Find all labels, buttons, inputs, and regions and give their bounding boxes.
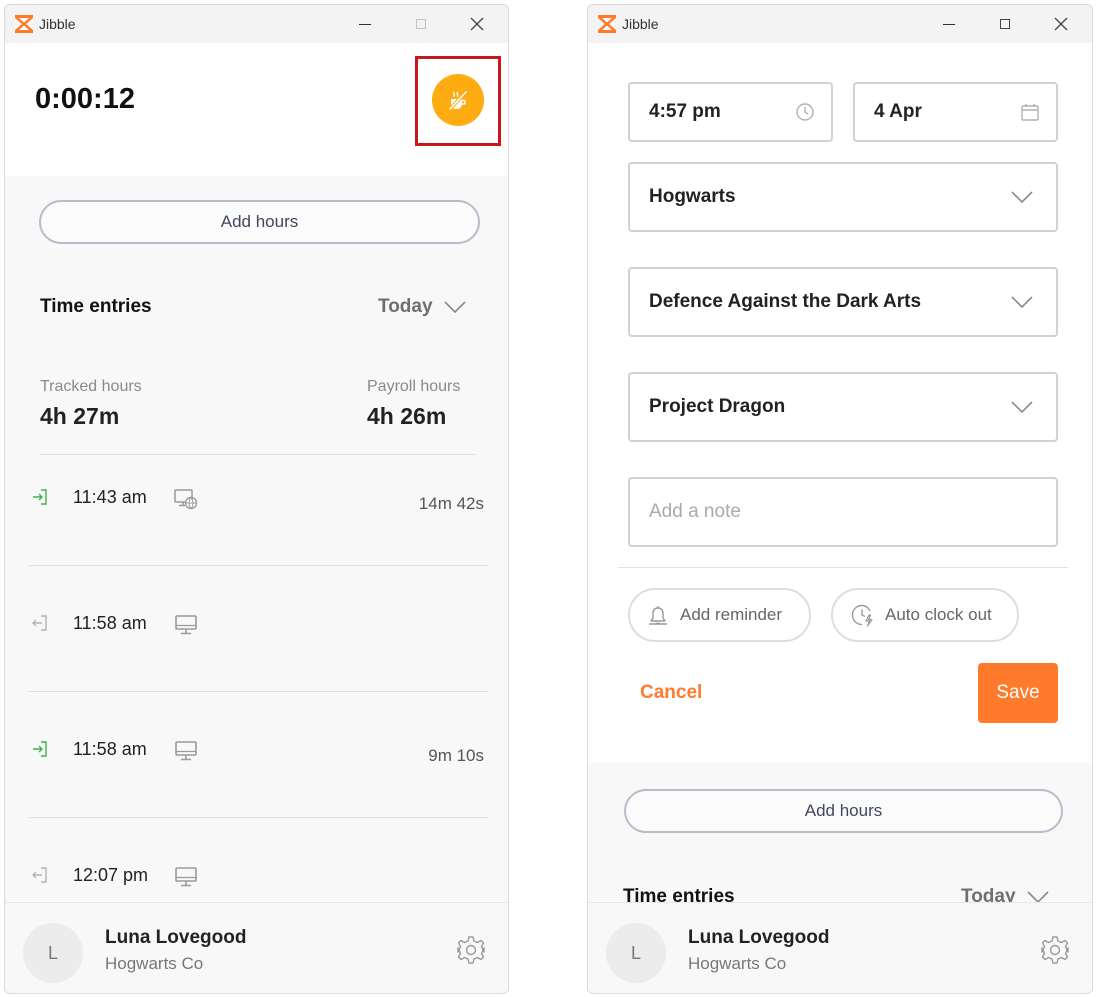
auto-clock-out-button[interactable]: Auto clock out [831, 588, 1019, 642]
chevron-down-icon [1010, 400, 1034, 414]
date-value: 4 Apr [874, 101, 922, 122]
add-hours-button[interactable]: Add hours [624, 789, 1063, 833]
clock-form-panel: 4:57 pm 4 Apr Hogwarts Defence Against t… [588, 43, 1092, 763]
user-name: Luna Lovegood [688, 927, 830, 948]
divider [618, 567, 1068, 568]
add-reminder-label: Add reminder [680, 605, 783, 624]
clock-out-icon [31, 614, 49, 632]
user-footer: L Luna Lovegood Hogwarts Co [5, 902, 508, 993]
close-button[interactable] [454, 8, 500, 40]
payroll-hours-value: 4h 26m [367, 403, 447, 429]
break-button[interactable] [432, 74, 484, 126]
entry-duration: 14m 42s [418, 494, 484, 513]
entry-duration: 9m 10s [428, 746, 484, 765]
title-bar: Jibble [5, 5, 508, 43]
organization-value: Hogwarts [649, 186, 736, 207]
user-footer: L Luna Lovegood Hogwarts Co [588, 902, 1092, 993]
desktop-icon [174, 740, 198, 762]
window-title: Jibble [39, 16, 76, 32]
payroll-hours-label: Payroll hours [367, 378, 461, 395]
title-bar: Jibble [588, 5, 1092, 43]
maximize-icon [1000, 19, 1010, 29]
date-field[interactable]: 4 Apr [853, 82, 1058, 142]
window-title: Jibble [622, 16, 659, 32]
entry-time[interactable]: 11:43 am [73, 487, 147, 508]
add-hours-button[interactable]: Add hours [39, 200, 480, 244]
date-filter-select[interactable]: Today [378, 296, 467, 318]
avatar[interactable]: L [606, 923, 666, 983]
jibble-window-left: Jibble 0:00:12 Add hours Time entries To… [4, 4, 509, 994]
note-placeholder: Add a note [649, 501, 741, 522]
desktop-icon [174, 614, 198, 636]
jibble-window-right: Jibble 4:57 pm 4 Apr Hogwarts Defence Ag… [587, 4, 1093, 994]
add-reminder-button[interactable]: Add reminder [628, 588, 811, 642]
entry-time[interactable]: 12:07 pm [73, 865, 148, 886]
chevron-down-icon [443, 300, 467, 314]
calendar-icon [1021, 104, 1039, 121]
close-icon [470, 17, 484, 31]
gear-icon[interactable] [1040, 935, 1070, 965]
project-select[interactable]: Project Dragon [628, 372, 1058, 442]
web-desktop-icon [174, 488, 198, 510]
minimize-icon [943, 23, 955, 25]
maximize-button[interactable] [982, 8, 1028, 40]
chevron-down-icon [1010, 295, 1034, 309]
auto-clock-out-label: Auto clock out [885, 605, 992, 624]
divider [29, 691, 489, 692]
entry-time[interactable]: 11:58 am [73, 739, 147, 760]
minimize-button[interactable] [926, 8, 972, 40]
desktop-icon [174, 866, 198, 888]
user-organization: Hogwarts Co [688, 954, 787, 973]
activity-select[interactable]: Defence Against the Dark Arts [628, 267, 1058, 337]
user-organization: Hogwarts Co [105, 954, 204, 973]
clock-in-icon [31, 740, 49, 758]
date-filter-label: Today [378, 296, 433, 317]
note-input[interactable]: Add a note [628, 477, 1058, 547]
minimize-button[interactable] [342, 8, 388, 40]
minimize-icon [359, 23, 371, 25]
tracked-hours-value: 4h 27m [40, 403, 120, 429]
chevron-down-icon [1010, 190, 1034, 204]
avatar[interactable]: L [23, 923, 83, 983]
user-name: Luna Lovegood [105, 927, 247, 948]
save-button[interactable]: Save [978, 663, 1058, 723]
jibble-logo-icon [596, 14, 618, 34]
maximize-icon [416, 19, 426, 29]
time-field[interactable]: 4:57 pm [628, 82, 833, 142]
bell-icon [649, 606, 667, 625]
clock-in-icon [31, 488, 49, 506]
clock-icon [796, 103, 814, 121]
time-value: 4:57 pm [649, 101, 721, 122]
tracked-hours-label: Tracked hours [40, 378, 142, 395]
maximize-button[interactable] [398, 8, 444, 40]
clock-out-icon [31, 866, 49, 884]
close-button[interactable] [1038, 8, 1084, 40]
jibble-logo-icon [13, 14, 35, 34]
time-entries-title: Time entries [40, 296, 152, 317]
divider [29, 817, 489, 818]
cancel-button[interactable]: Cancel [640, 682, 702, 704]
auto-clock-out-icon [851, 604, 873, 627]
organization-select[interactable]: Hogwarts [628, 162, 1058, 232]
close-icon [1054, 17, 1068, 31]
divider [39, 454, 476, 455]
activity-value: Defence Against the Dark Arts [649, 291, 922, 312]
timer-display: 0:00:12 [35, 83, 135, 115]
divider [29, 565, 489, 566]
gear-icon[interactable] [456, 935, 486, 965]
entry-time[interactable]: 11:58 am [73, 613, 147, 634]
project-value: Project Dragon [649, 396, 786, 417]
coffee-off-icon [447, 89, 469, 112]
